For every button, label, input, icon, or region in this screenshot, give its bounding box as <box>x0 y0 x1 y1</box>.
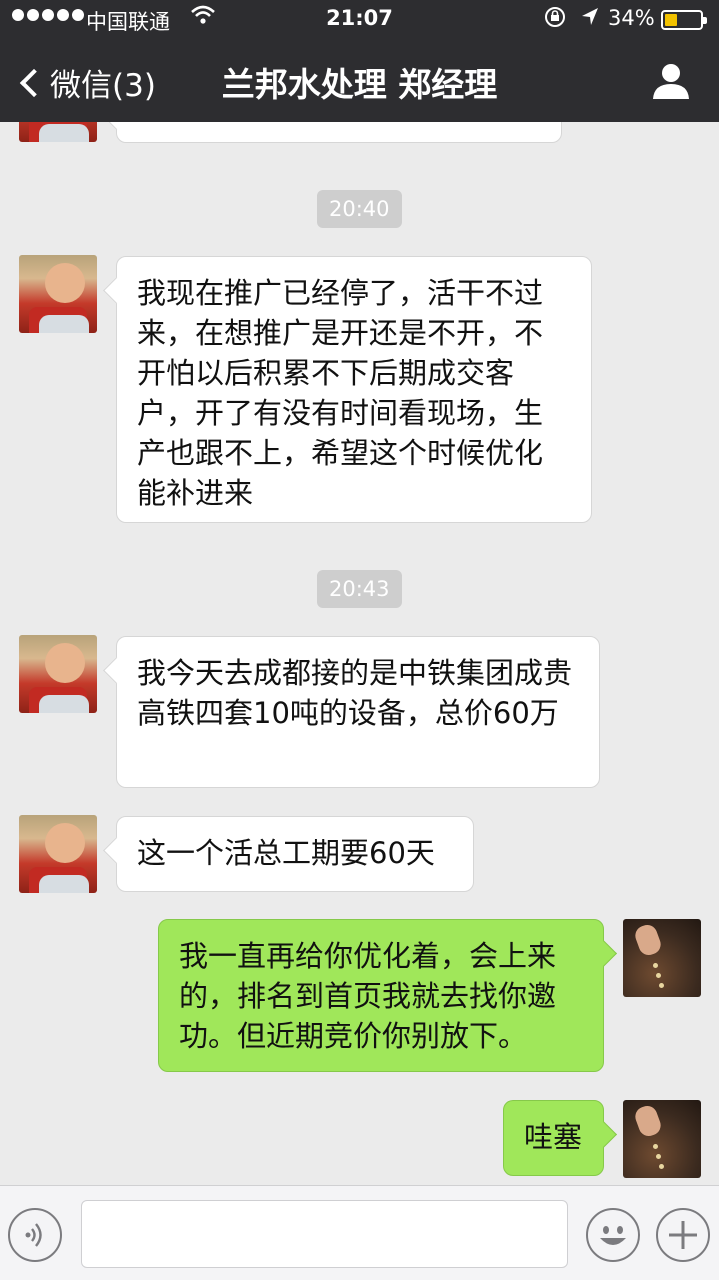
status-bar: 中国联通 21:07 34% <box>0 0 719 40</box>
rotation-lock-icon <box>544 6 566 33</box>
top-bar: 中国联通 21:07 34% 微信(3) 兰邦水处理 郑经理 <box>0 0 719 122</box>
message-text: 我今天去成都接的是中铁集团成贵高铁四套10吨的设备，总价60万 <box>137 656 573 730</box>
contact-avatar[interactable] <box>19 635 97 713</box>
message-bubble-outgoing[interactable]: 哇塞 <box>503 1100 604 1176</box>
emoji-icon <box>600 1226 626 1245</box>
battery-percent: 34% <box>608 6 655 30</box>
message-text: 哇塞 <box>524 1120 583 1154</box>
plus-icon <box>669 1221 697 1249</box>
voice-button[interactable] <box>8 1208 62 1262</box>
my-avatar[interactable] <box>623 1100 701 1178</box>
contact-avatar[interactable] <box>19 122 97 142</box>
battery-icon <box>661 10 707 30</box>
nav-bar: 微信(3) 兰邦水处理 郑经理 <box>0 40 719 122</box>
message-bubble-incoming[interactable]: 这一个活总工期要60天 <box>116 816 474 892</box>
message-bubble-incoming[interactable]: 我现在推广已经停了，活干不过来，在想推广是开还是不开，不开怕以后积累不下后期成交… <box>116 256 592 523</box>
location-arrow-icon <box>580 6 600 33</box>
chat-area[interactable]: 20:40 我现在推广已经停了，活干不过来，在想推广是开还是不开，不开怕以后积累… <box>0 122 719 1185</box>
message-text: 这一个活总工期要60天 <box>137 836 435 870</box>
voice-icon <box>25 1223 42 1247</box>
message-bubble-incoming[interactable]: 我今天去成都接的是中铁集团成贵高铁四套10吨的设备，总价60万 <box>116 636 600 788</box>
chat-title: 兰邦水处理 郑经理 <box>221 65 498 104</box>
message-input[interactable] <box>81 1200 568 1268</box>
contact-avatar[interactable] <box>19 815 97 893</box>
person-icon[interactable] <box>652 62 690 100</box>
timestamp: 20:43 <box>317 570 402 608</box>
timestamp: 20:40 <box>317 190 402 228</box>
input-bar <box>0 1185 719 1280</box>
emoji-button[interactable] <box>586 1208 640 1262</box>
plus-button[interactable] <box>656 1208 710 1262</box>
my-avatar[interactable] <box>623 919 701 997</box>
message-text: 我一直再给你优化着，会上来的，排名到首页我就去找你邀功。但近期竞价你别放下。 <box>179 939 557 1053</box>
message-bubble-partial[interactable] <box>116 122 562 143</box>
contact-avatar[interactable] <box>19 255 97 333</box>
message-bubble-outgoing[interactable]: 我一直再给你优化着，会上来的，排名到首页我就去找你邀功。但近期竞价你别放下。 <box>158 919 604 1072</box>
message-text: 我现在推广已经停了，活干不过来，在想推广是开还是不开，不开怕以后积累不下后期成交… <box>137 276 544 510</box>
